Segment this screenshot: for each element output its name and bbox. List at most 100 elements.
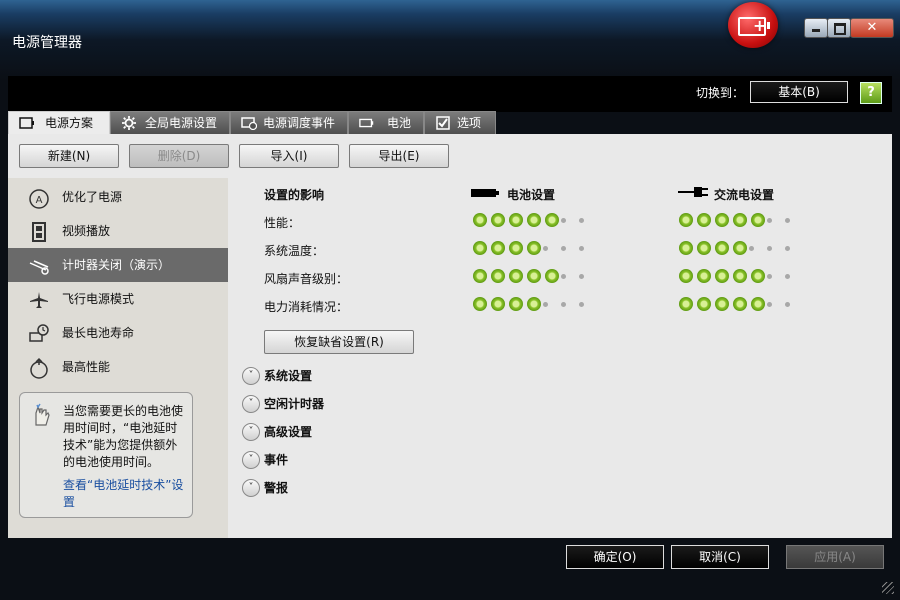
battery-outline-icon: [19, 117, 34, 129]
level-dot-filled: [715, 241, 729, 255]
ac-settings-header: 交流电设置: [714, 188, 775, 202]
level-dot-empty: [767, 274, 772, 279]
battery-stretch-tip: 当您需要更长的电池使用时间时，“电池延时技术”能为您提供额外的电池使用时间。 查…: [19, 392, 193, 518]
level-dot-filled: [527, 269, 541, 283]
impact-level-battery: [473, 297, 603, 313]
plan-item-optimized[interactable]: A 优化了电源: [8, 180, 228, 214]
level-dot-filled: [679, 269, 693, 283]
plan-item-max-battery[interactable]: 最长电池寿命: [8, 316, 228, 350]
battery-icon: [471, 189, 499, 197]
level-dot-filled: [733, 213, 747, 227]
plan-item-video[interactable]: 视频播放: [8, 214, 228, 248]
impact-label-fan: 风扇声音级别：: [264, 272, 349, 286]
level-dot-empty: [785, 274, 790, 279]
level-dot-filled: [491, 297, 505, 311]
impact-level-battery: [473, 213, 603, 229]
maximize-button[interactable]: [827, 18, 851, 38]
section-label: 事件: [264, 453, 289, 467]
export-button[interactable]: 导出(E): [349, 144, 449, 168]
impact-label-power: 电力消耗情况：: [264, 300, 349, 314]
import-button[interactable]: 导入(I): [239, 144, 339, 168]
cancel-button[interactable]: 取消(C): [671, 545, 769, 569]
window-title: 电源管理器: [12, 35, 82, 51]
level-dot-filled: [473, 213, 487, 227]
tab-label: 电源方案: [45, 116, 94, 130]
section-label: 警报: [264, 481, 289, 495]
plan-item-max-performance[interactable]: 最高性能: [8, 350, 228, 384]
level-dot-empty: [561, 218, 566, 223]
tab-label: 电池: [387, 116, 412, 130]
level-dot-filled: [491, 213, 505, 227]
level-dot-filled: [751, 269, 765, 283]
level-dot-filled: [527, 213, 541, 227]
plan-label: 最长电池寿命: [62, 326, 135, 340]
impact-level-ac: [679, 297, 809, 313]
close-button[interactable]: ✕: [850, 18, 894, 38]
level-dot-empty: [579, 246, 584, 251]
switch-to-label: 切换到：: [696, 86, 745, 100]
level-dot-filled: [679, 213, 693, 227]
level-dot-filled: [697, 241, 711, 255]
ok-button[interactable]: 确定(O): [566, 545, 664, 569]
battery-clock-icon: [29, 324, 49, 342]
impact-label-temperature: 系统温度：: [264, 244, 325, 258]
impact-level-ac: [679, 269, 809, 285]
basic-mode-button[interactable]: 基本(B): [750, 81, 848, 103]
chevron-down-icon: ˅: [242, 395, 260, 413]
tip-hand-icon: [35, 403, 50, 426]
delete-button[interactable]: 删除(D): [129, 144, 229, 168]
level-dot-filled: [751, 213, 765, 227]
level-dot-filled: [733, 297, 747, 311]
tab-battery[interactable]: 电池: [348, 111, 424, 134]
svg-text:A: A: [36, 195, 43, 206]
level-dot-empty: [561, 302, 566, 307]
level-dot-empty: [749, 246, 754, 251]
level-dot-empty: [543, 302, 548, 307]
minimize-button[interactable]: [804, 18, 828, 38]
section-label: 空闲计时器: [264, 397, 325, 411]
level-dot-filled: [715, 297, 729, 311]
impact-level-battery: [473, 269, 603, 285]
ac-plug-icon: [678, 187, 708, 197]
help-icon[interactable]: ?: [860, 82, 882, 104]
battery-icon: [359, 118, 374, 128]
tab-power-plans[interactable]: 电源方案: [8, 111, 110, 135]
level-dot-empty: [785, 218, 790, 223]
window-controls: ✕: [804, 18, 896, 38]
airplane-icon: [30, 292, 48, 308]
level-dot-filled: [751, 297, 765, 311]
level-dot-empty: [561, 246, 566, 251]
plan-item-timer-off[interactable]: 计时器关闭（演示）: [8, 248, 228, 282]
level-dot-filled: [679, 297, 693, 311]
level-dot-empty: [579, 274, 584, 279]
tab-global-settings[interactable]: 全局电源设置: [110, 111, 230, 134]
section-label: 系统设置: [264, 369, 313, 383]
level-dot-filled: [545, 213, 559, 227]
tab-options[interactable]: 选项: [424, 111, 496, 134]
chevron-down-icon: ˅: [242, 479, 260, 497]
resize-grip[interactable]: [882, 582, 894, 594]
level-dot-filled: [509, 269, 523, 283]
level-dot-filled: [697, 213, 711, 227]
level-dot-filled: [679, 241, 693, 255]
plan-label: 优化了电源: [62, 190, 123, 204]
tab-schedule-events[interactable]: 电源调度事件: [230, 111, 348, 134]
impact-level-ac: [679, 213, 809, 229]
apply-button[interactable]: 应用(A): [786, 545, 884, 569]
checkbox-icon: [436, 116, 450, 130]
restore-defaults-button[interactable]: 恢复缺省设置(R): [264, 330, 414, 354]
chevron-down-icon: ˅: [242, 423, 260, 441]
close-icon: ✕: [866, 20, 878, 35]
level-dot-filled: [509, 241, 523, 255]
power-manager-logo-icon: +: [728, 2, 778, 48]
schedule-icon: [241, 117, 257, 130]
level-dot-filled: [545, 269, 559, 283]
plan-label: 飞行电源模式: [62, 292, 135, 306]
level-dot-filled: [527, 297, 541, 311]
level-dot-filled: [733, 269, 747, 283]
plan-item-flight[interactable]: 飞行电源模式: [8, 282, 228, 316]
new-button[interactable]: 新建(N): [19, 144, 119, 168]
gear-icon: [122, 116, 136, 130]
impact-level-battery: [473, 241, 603, 257]
tip-link[interactable]: 查看“电池延时技术”设置: [63, 477, 187, 511]
